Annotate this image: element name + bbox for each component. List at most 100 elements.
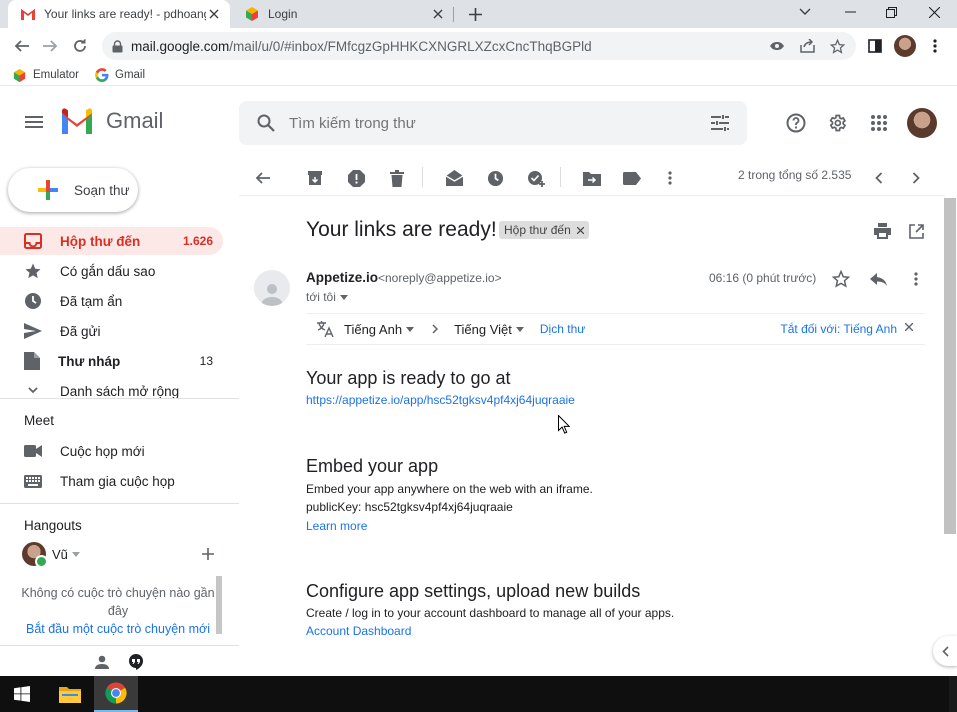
target-language-select[interactable]: Tiếng Việt	[454, 322, 524, 337]
help-icon[interactable]	[783, 110, 809, 136]
sidebar-item-label: Danh sách mở rộng	[60, 383, 180, 399]
show-desktop-button[interactable]	[949, 676, 957, 712]
translate-message-link[interactable]: Dịch thư	[540, 322, 585, 336]
taskbar-file-explorer[interactable]	[48, 676, 92, 712]
close-tab-icon[interactable]	[430, 6, 446, 22]
reply-icon[interactable]	[866, 267, 890, 291]
browser-tab-gmail[interactable]: Your links are ready! - pdhoangvu	[8, 0, 230, 28]
report-spam-icon[interactable]	[343, 165, 369, 191]
compose-button[interactable]: Soạn thư	[8, 168, 138, 212]
gmail-favicon-icon	[20, 8, 36, 20]
share-icon[interactable]	[797, 36, 817, 56]
lock-icon[interactable]	[112, 39, 123, 53]
sender-email: <noreply@appetize.io>	[378, 271, 502, 285]
sidebar-item-starred[interactable]: Có gắn dấu sao	[0, 257, 223, 285]
url-text: mail.google.com/mail/u/0/#inbox/FMfcgzGp…	[131, 39, 592, 54]
back-to-inbox-icon[interactable]	[250, 165, 276, 191]
delete-icon[interactable]	[384, 165, 410, 191]
search-options-icon[interactable]	[711, 115, 729, 131]
translate-icon	[316, 321, 334, 337]
snooze-clock-icon[interactable]	[482, 165, 508, 191]
search-icon[interactable]	[257, 114, 275, 132]
add-task-icon[interactable]	[523, 165, 549, 191]
email-timestamp: 06:16 (0 phút trước)	[709, 271, 817, 285]
star-icon[interactable]	[829, 267, 853, 291]
taskbar-chrome[interactable]	[94, 676, 138, 712]
account-dashboard-link[interactable]: Account Dashboard	[306, 624, 411, 638]
clock-icon	[24, 292, 42, 310]
turn-off-translation-link[interactable]: Tắt đối với: Tiếng Anh	[780, 322, 897, 336]
profile-avatar[interactable]	[891, 32, 919, 60]
older-chevron-right-icon[interactable]	[903, 165, 929, 191]
hangouts-user[interactable]: Vũ	[22, 542, 80, 568]
inbox-icon	[24, 233, 42, 249]
main-menu-icon[interactable]	[20, 110, 48, 134]
start-conversation-link[interactable]: Bắt đầu một cuộc trò chuyện mới	[18, 622, 218, 636]
recipient-details[interactable]: tới tôi	[306, 290, 348, 304]
move-to-icon[interactable]	[579, 165, 605, 191]
gmail-logo[interactable]: Gmail	[60, 108, 163, 134]
send-icon	[24, 323, 42, 339]
eye-icon[interactable]	[767, 36, 787, 56]
app-url-link[interactable]: https://appetize.io/app/hsc52tgksv4pf4xj…	[306, 393, 575, 407]
sidebar-item-more[interactable]: Danh sách mở rộng	[0, 377, 223, 405]
new-tab-button[interactable]	[463, 3, 487, 25]
add-chat-button[interactable]	[198, 544, 218, 564]
tab-search-button[interactable]	[786, 0, 824, 24]
sidebar-item-inbox[interactable]: Hộp thư đến 1.626	[0, 227, 223, 255]
bookmark-label: Emulator	[33, 69, 80, 81]
more-vert-icon[interactable]	[904, 267, 928, 291]
tab-title: Login	[268, 7, 298, 21]
videocam-icon	[24, 445, 42, 457]
apps-grid-icon[interactable]	[866, 110, 892, 136]
gmail-m-icon	[60, 108, 94, 134]
start-button[interactable]	[0, 676, 44, 712]
label-chip-inbox[interactable]: Hộp thư đến	[499, 221, 589, 239]
close-translation-icon[interactable]	[905, 323, 913, 331]
sidebar-item-drafts[interactable]: Thư nháp 13	[0, 347, 223, 375]
bookmark-gmail[interactable]: Gmail	[95, 66, 145, 84]
person-icon[interactable]	[92, 652, 112, 672]
forward-button[interactable]	[36, 32, 64, 60]
more-vert-icon[interactable]	[657, 165, 683, 191]
restore-button[interactable]	[872, 0, 910, 24]
hangouts-chat-icon[interactable]	[126, 652, 146, 672]
archive-icon[interactable]	[302, 165, 328, 191]
sender-avatar[interactable]	[254, 270, 290, 306]
side-panel-button[interactable]	[861, 32, 889, 60]
url-host: mail.google.com	[131, 38, 230, 54]
remove-label-icon[interactable]	[576, 226, 584, 234]
print-icon[interactable]	[871, 220, 893, 242]
account-avatar[interactable]	[907, 108, 937, 138]
learn-more-link[interactable]: Learn more	[306, 519, 367, 533]
close-window-button[interactable]	[915, 0, 953, 24]
back-button[interactable]	[8, 32, 36, 60]
mark-unread-icon[interactable]	[441, 165, 467, 191]
minimize-button[interactable]	[831, 0, 869, 24]
bookmark-emulator[interactable]: Emulator	[12, 66, 79, 84]
reload-button[interactable]	[66, 32, 94, 60]
meet-join-meeting[interactable]: Tham gia cuộc họp	[0, 467, 223, 495]
configure-description: Create / log in to your account dashboar…	[306, 606, 675, 620]
close-tab-icon[interactable]	[206, 6, 222, 22]
section-divider	[0, 503, 239, 504]
hangouts-scrollbar[interactable]	[216, 576, 222, 634]
settings-gear-icon[interactable]	[824, 110, 850, 136]
toolbar-separator	[560, 167, 561, 187]
search-bar[interactable]	[239, 101, 747, 145]
sidebar-item-sent[interactable]: Đã gửi	[0, 317, 223, 345]
open-new-window-icon[interactable]	[905, 220, 927, 242]
meet-new-meeting[interactable]: Cuộc họp mới	[0, 437, 223, 465]
address-bar[interactable]: mail.google.com/mail/u/0/#inbox/FMfcgzGp…	[102, 32, 856, 60]
message-scrollbar[interactable]	[944, 198, 956, 534]
search-input[interactable]	[289, 114, 689, 132]
source-language-select[interactable]: Tiếng Anh	[344, 322, 415, 337]
bookmark-star-icon[interactable]	[827, 36, 847, 56]
sender-name[interactable]: Appetize.io	[306, 270, 378, 285]
browser-tab-login[interactable]: Login	[232, 0, 454, 28]
side-panel-toggle[interactable]	[933, 636, 957, 666]
more-vert-icon[interactable]	[921, 32, 949, 60]
newer-chevron-left-icon[interactable]	[866, 165, 892, 191]
label-icon[interactable]	[619, 165, 645, 191]
sidebar-item-snoozed[interactable]: Đã tạm ẩn	[0, 287, 223, 315]
